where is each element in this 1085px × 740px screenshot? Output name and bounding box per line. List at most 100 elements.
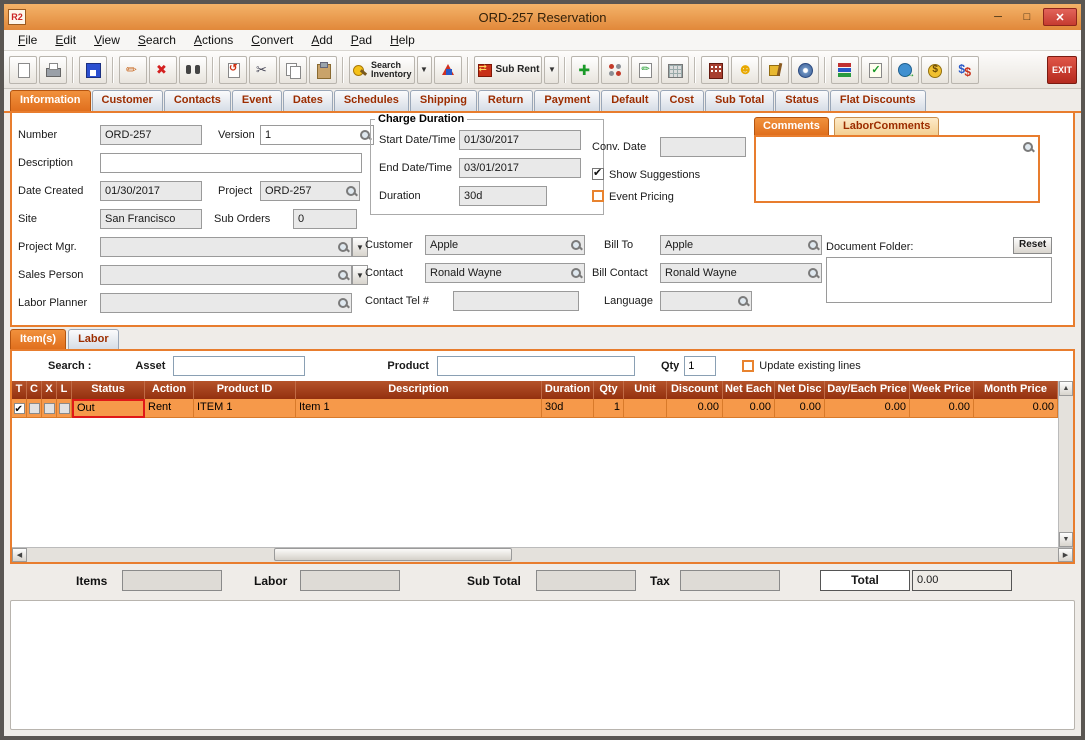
scroll-right-icon[interactable]: ▶ — [1058, 547, 1073, 562]
minimize-button[interactable]: ─ — [985, 8, 1011, 26]
description-field[interactable] — [100, 153, 362, 173]
contact-field[interactable]: Ronald Wayne — [425, 263, 585, 283]
exit-button[interactable]: EXIT — [1047, 55, 1077, 84]
qty-input[interactable] — [684, 356, 717, 376]
sub-orders-field[interactable]: 0 — [293, 209, 357, 229]
edit-button[interactable] — [119, 55, 147, 84]
reset-button[interactable]: Reset — [1013, 237, 1053, 254]
tab-contacts[interactable]: Contacts — [163, 90, 231, 111]
menu-pad[interactable]: Pad — [343, 31, 380, 49]
cell-discount[interactable]: 0.00 — [667, 399, 723, 418]
item-types-button[interactable] — [433, 55, 462, 84]
conv-date-field[interactable] — [660, 137, 746, 157]
search-icon[interactable] — [1022, 141, 1034, 153]
asset-input[interactable] — [173, 356, 306, 376]
close-button[interactable]: ✕ — [1043, 8, 1077, 26]
customer-field[interactable]: Apple — [425, 235, 585, 255]
sub-rent-button[interactable]: Sub Rent — [473, 55, 543, 84]
cell-week-price[interactable]: 0.00 — [910, 399, 974, 418]
column-header-c[interactable]: C — [27, 381, 42, 399]
site-field[interactable]: San Francisco — [100, 209, 202, 229]
warehouse-button[interactable] — [701, 55, 730, 84]
version-field[interactable]: 1 — [260, 125, 374, 145]
cell-month-price[interactable]: 0.00 — [974, 399, 1058, 418]
column-header-duration[interactable]: Duration — [542, 381, 594, 399]
title-bar[interactable]: R2 ORD-257 Reservation ─ □ ✕ — [4, 4, 1081, 30]
tab-comments[interactable]: Comments — [754, 117, 829, 135]
money-button[interactable] — [921, 55, 950, 84]
document-check-button[interactable] — [861, 55, 890, 84]
menu-search[interactable]: Search — [130, 31, 184, 49]
equipment-button[interactable] — [761, 55, 790, 84]
tab-return[interactable]: Return — [477, 90, 534, 111]
column-header-t[interactable]: T — [12, 381, 27, 399]
vertical-scrollbar[interactable]: ▲ ▼ — [1058, 381, 1073, 547]
search-icon[interactable] — [337, 297, 349, 309]
tab-dates[interactable]: Dates — [282, 90, 333, 111]
copy-button[interactable] — [279, 55, 307, 84]
column-header-month-price[interactable]: Month Price — [974, 381, 1058, 399]
date-created-field[interactable]: 01/30/2017 — [100, 181, 202, 201]
column-header-x[interactable]: X — [42, 381, 57, 399]
scroll-down-icon[interactable]: ▼ — [1059, 531, 1073, 547]
tab-schedules[interactable]: Schedules — [333, 90, 409, 111]
cell-unit[interactable] — [624, 399, 667, 418]
cell-x[interactable] — [42, 399, 57, 418]
menu-help[interactable]: Help — [382, 31, 423, 49]
tab-labor[interactable]: Labor — [68, 329, 119, 349]
menu-file[interactable]: File — [10, 31, 45, 49]
search-icon[interactable] — [345, 185, 357, 197]
column-header-discount[interactable]: Discount — [667, 381, 723, 399]
table-row[interactable]: Out Rent ITEM 1 Item 1 30d 1 0.00 0.00 0… — [12, 399, 1058, 418]
product-input[interactable] — [436, 356, 635, 376]
groups-button[interactable] — [601, 55, 630, 84]
currency-button[interactable] — [951, 55, 980, 84]
menu-edit[interactable]: Edit — [47, 31, 84, 49]
start-date-field[interactable]: 01/30/2017 — [459, 130, 581, 150]
bill-to-field[interactable]: Apple — [660, 235, 822, 255]
column-header-product-id[interactable]: Product ID — [194, 381, 296, 399]
search-icon[interactable] — [807, 239, 819, 251]
end-date-field[interactable]: 03/01/2017 — [459, 158, 581, 178]
duration-field[interactable]: 30d — [459, 186, 547, 206]
event-pricing-checkbox[interactable] — [592, 190, 604, 202]
cell-l[interactable] — [57, 399, 72, 418]
maximize-button[interactable]: □ — [1014, 8, 1040, 26]
column-header-l[interactable]: L — [57, 381, 72, 399]
paste-button[interactable] — [309, 55, 337, 84]
column-header-net-disc[interactable]: Net Disc — [775, 381, 825, 399]
column-header-week-price[interactable]: Week Price — [910, 381, 974, 399]
bill-contact-field[interactable]: Ronald Wayne — [660, 263, 822, 283]
cut-button[interactable] — [249, 55, 277, 84]
search-icon[interactable] — [570, 239, 582, 251]
column-header-description[interactable]: Description — [296, 381, 542, 399]
show-suggestions-checkbox[interactable] — [592, 166, 604, 180]
print-button[interactable] — [39, 55, 67, 84]
column-header-day-each-price[interactable]: Day/Each Price — [825, 381, 910, 399]
new-document-button[interactable] — [9, 55, 37, 84]
add-line-button[interactable] — [571, 55, 600, 84]
cell-duration[interactable]: 30d — [542, 399, 594, 418]
tab-labor-comments[interactable]: LaborComments — [834, 117, 940, 135]
search-icon[interactable] — [807, 267, 819, 279]
tab-sub-total[interactable]: Sub Total — [704, 90, 775, 111]
cell-net-disc[interactable]: 0.00 — [775, 399, 825, 418]
tab-payment[interactable]: Payment — [534, 90, 601, 111]
column-header-action[interactable]: Action — [145, 381, 194, 399]
labor-planner-field[interactable] — [100, 293, 352, 313]
search-inventory-dropdown[interactable]: ▼ — [416, 55, 432, 84]
tab-shipping[interactable]: Shipping — [409, 90, 477, 111]
find-button[interactable] — [179, 55, 207, 84]
catalog-button[interactable] — [831, 55, 860, 84]
grid-view-button[interactable] — [661, 55, 690, 84]
cell-c[interactable] — [27, 399, 42, 418]
document-folder-box[interactable] — [826, 257, 1052, 303]
edit-lines-button[interactable] — [631, 55, 660, 84]
disc-button[interactable] — [791, 55, 820, 84]
tab-cost[interactable]: Cost — [659, 90, 704, 111]
update-lines-checkbox[interactable] — [742, 360, 755, 372]
column-header-unit[interactable]: Unit — [624, 381, 667, 399]
language-field[interactable] — [660, 291, 752, 311]
cell-net-each[interactable]: 0.00 — [723, 399, 775, 418]
search-icon[interactable] — [737, 295, 749, 307]
